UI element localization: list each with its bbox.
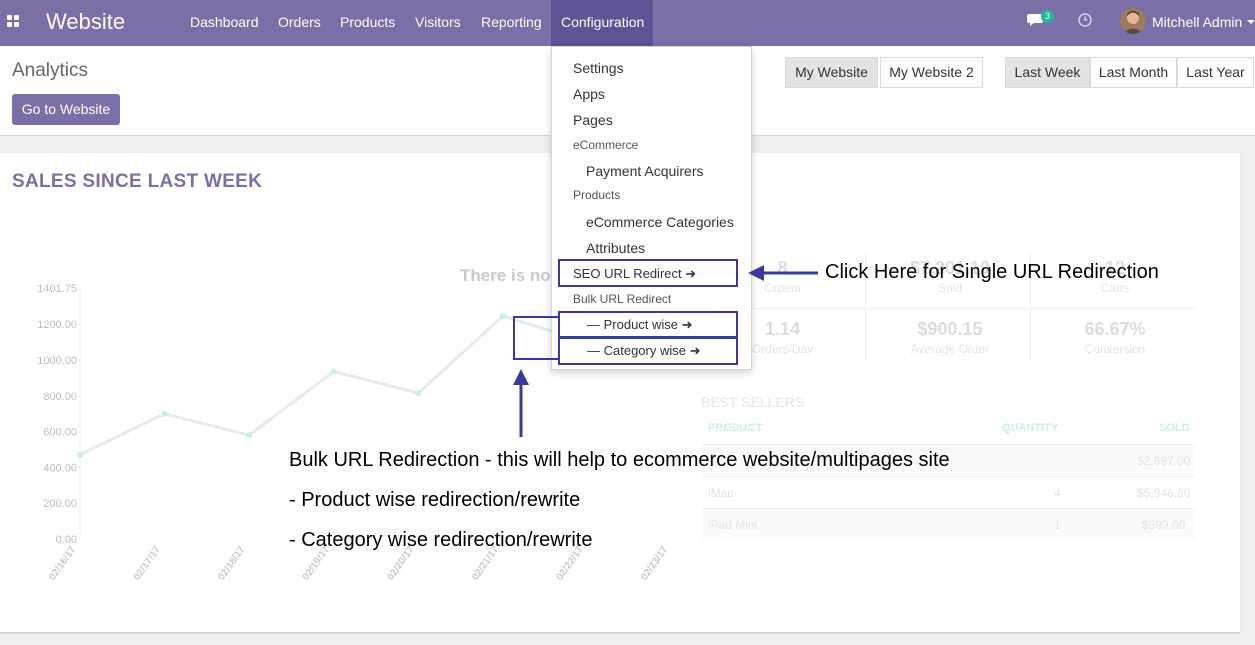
annotation-arrows	[513, 265, 818, 437]
bulk-redirect-annotation: Bulk URL Redirection - this will help to…	[289, 449, 950, 471]
bulk-category-annotation: - Category wise redirection/rewrite	[289, 529, 593, 551]
bulk-redirect-arrow-icon	[513, 369, 529, 437]
single-redirect-annotation: Click Here for Single URL Redirection	[825, 261, 1159, 283]
bulk-product-annotation: - Product wise redirection/rewrite	[289, 489, 581, 511]
single-redirect-arrow-icon	[748, 265, 818, 281]
